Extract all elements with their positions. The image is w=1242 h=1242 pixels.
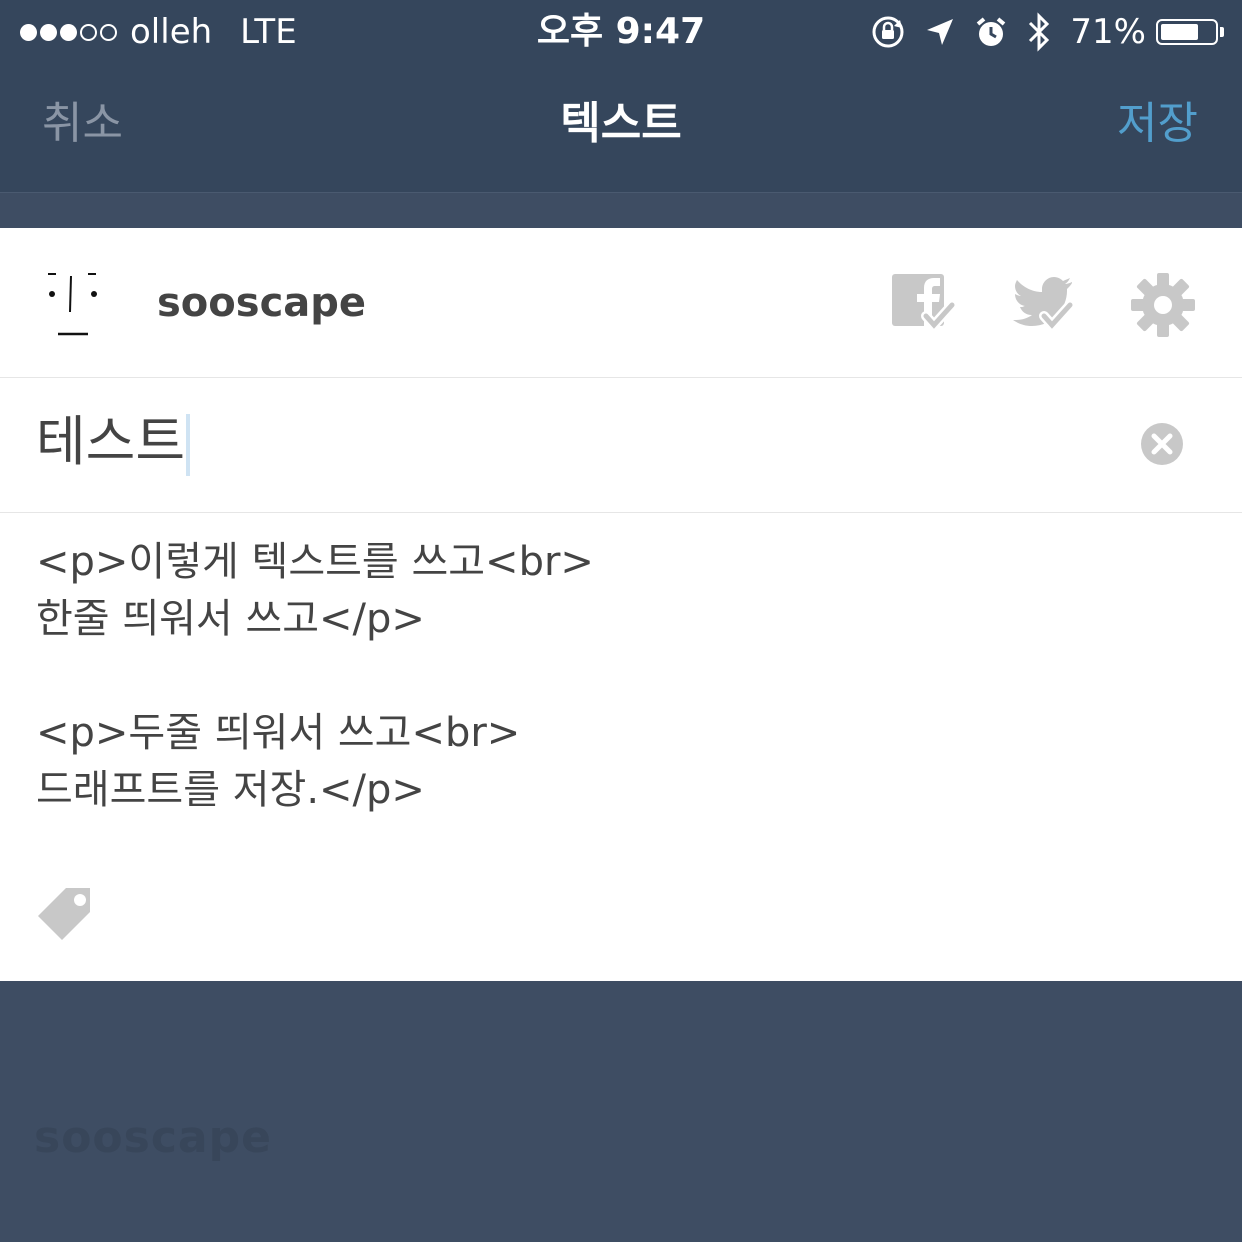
page-title: 텍스트 — [560, 98, 682, 149]
body-line: 한줄 띄워서 쓰고</p> — [36, 596, 425, 642]
gear-icon[interactable] — [1130, 272, 1196, 338]
post-editor-card: sooscape 테스트 <p>이렇게 텍스트를 쓰고<br> 한줄 띄워서 쓰… — [0, 228, 1242, 981]
blog-name[interactable]: sooscape — [157, 278, 366, 328]
location-arrow-icon — [924, 16, 956, 48]
body-line: <p>두줄 띄워서 쓰고<br> — [36, 710, 521, 756]
nav-bar: 취소 텍스트 저장 — [0, 64, 1242, 193]
avatar[interactable] — [38, 264, 108, 340]
alarm-icon — [974, 15, 1008, 49]
body-line — [36, 648, 1206, 705]
post-body-textarea[interactable]: <p>이렇게 텍스트를 쓰고<br> 한줄 띄워서 쓰고</p> <p>두줄 띄… — [36, 534, 1206, 819]
body-line: <p>이렇게 텍스트를 쓰고<br> — [36, 539, 594, 585]
post-title-row: 테스트 — [0, 378, 1242, 513]
text-caret — [186, 414, 191, 477]
post-title-text: 테스트 — [36, 410, 186, 473]
body-line: 드래프트를 저장.</p> — [36, 767, 425, 813]
save-button[interactable]: 저장 — [1117, 94, 1198, 154]
clear-title-icon[interactable] — [1140, 422, 1184, 466]
status-right: 71% — [852, 10, 1224, 54]
twitter-share-icon[interactable] — [1010, 272, 1078, 334]
footer-brand: sooscape — [34, 1112, 272, 1163]
blog-selector-row[interactable]: sooscape — [0, 228, 1242, 378]
battery-percent: 71% — [1070, 12, 1146, 52]
bluetooth-icon — [1026, 12, 1052, 52]
status-bar: olleh LTE 오후 9:47 71% — [0, 0, 1242, 64]
rotation-lock-icon — [870, 14, 906, 50]
battery-icon — [1156, 19, 1224, 45]
tag-icon[interactable] — [36, 886, 94, 944]
facebook-share-icon[interactable] — [890, 272, 958, 334]
post-title-input[interactable]: 테스트 — [36, 402, 191, 482]
